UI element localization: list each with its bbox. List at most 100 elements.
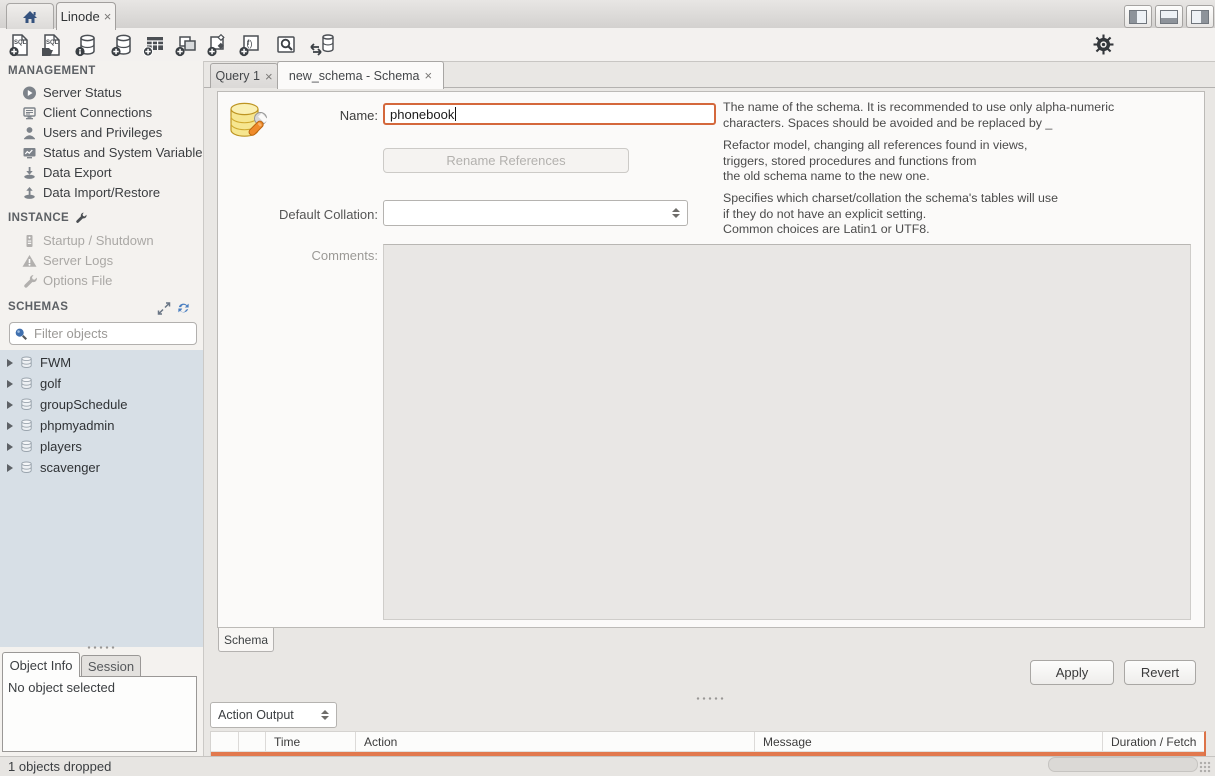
schema-bottom-tab[interactable]: Schema (218, 628, 274, 652)
schema-row-scavenger[interactable]: scavenger (0, 457, 203, 478)
tab-object-info[interactable]: Object Info (2, 652, 80, 677)
reconnect-database-icon[interactable] (308, 32, 335, 57)
toggle-right-panel-button[interactable] (1186, 5, 1214, 28)
search-objects-icon[interactable] (272, 32, 299, 57)
toggle-left-panel-button[interactable] (1124, 5, 1152, 28)
toggle-bottom-panel-icon (1160, 10, 1178, 24)
action-output-table: Time Action Message Duration / Fetch (210, 731, 1206, 758)
management-section-header: MANAGEMENT (8, 65, 96, 77)
schema-row-phpmyadmin[interactable]: phpmyadmin (0, 415, 203, 436)
schema-row-fwm[interactable]: FWM (0, 352, 203, 373)
create-schema-icon[interactable] (108, 32, 135, 57)
column-action: Action (356, 732, 755, 751)
schema-filter-input[interactable] (32, 325, 186, 342)
schema-icon (19, 418, 34, 433)
object-info-text: No object selected (8, 680, 115, 695)
schemas-section-header: SCHEMAS (8, 301, 68, 313)
data-export-icon (21, 165, 38, 181)
sidebar-item-startup-shutdown[interactable]: Startup / Shutdown (0, 231, 203, 250)
refresh-schemas-icon[interactable] (176, 301, 191, 315)
instance-section-header: INSTANCE (8, 211, 87, 224)
output-view-select[interactable]: Action Output (210, 702, 337, 728)
schema-name-input[interactable]: phonebook (383, 103, 716, 125)
new-query-tab-icon[interactable]: SQL (6, 32, 33, 57)
spinner-arrows-icon (672, 208, 680, 218)
server-logs-icon (21, 253, 38, 269)
default-collation-select[interactable] (383, 200, 688, 226)
mysql-workbench-window: Linode × SQL SQL (0, 0, 1215, 776)
output-splitter-handle[interactable] (695, 697, 725, 700)
object-info-panel: No object selected (2, 676, 197, 752)
expander-icon[interactable] (7, 422, 13, 430)
collation-label: Default Collation: (230, 207, 378, 222)
output-table-header: Time Action Message Duration / Fetch (211, 732, 1204, 752)
spinner-arrows-icon (321, 710, 329, 720)
tab-session[interactable]: Session (81, 655, 141, 677)
schema-icon (19, 460, 34, 475)
options-file-icon (21, 273, 38, 289)
schema-row-golf[interactable]: golf (0, 373, 203, 394)
rename-help-text: Refactor model, changing all references … (723, 138, 1198, 185)
open-sql-script-icon[interactable]: SQL (38, 32, 65, 57)
gear-icon[interactable] (1090, 32, 1117, 57)
close-icon[interactable]: × (425, 69, 433, 82)
toggle-right-panel-icon (1191, 10, 1209, 24)
instance-wrench-icon (74, 211, 87, 224)
revert-button[interactable]: Revert (1124, 660, 1196, 685)
sidebar-item-server-logs[interactable]: Server Logs (0, 251, 203, 270)
text-caret (455, 107, 456, 121)
column-time: Time (266, 732, 356, 751)
expander-icon[interactable] (7, 443, 13, 451)
create-function-icon[interactable]: () f (236, 32, 263, 57)
status-bar: 1 objects dropped (0, 756, 1215, 776)
home-tab[interactable] (6, 3, 54, 29)
search-icon (14, 327, 28, 341)
expand-schemas-icon[interactable] (157, 302, 171, 315)
svg-text:SQL: SQL (14, 40, 27, 46)
expander-icon[interactable] (7, 359, 13, 367)
close-icon[interactable]: × (104, 10, 112, 23)
schema-inspector-icon[interactable] (72, 32, 99, 57)
toggle-left-panel-icon (1129, 10, 1147, 24)
schema-tree: FWM golf groupSchedule (0, 350, 203, 647)
schema-icon (19, 355, 34, 370)
data-import-icon (21, 185, 38, 201)
sidebar-item-data-import[interactable]: Data Import/Restore (0, 183, 203, 202)
rename-references-button[interactable]: Rename References (383, 148, 629, 173)
tab-query-1[interactable]: Query 1 × (210, 63, 278, 88)
create-view-icon[interactable] (172, 32, 199, 57)
column-message: Message (755, 732, 1103, 751)
status-bar-text: 1 objects dropped (8, 759, 111, 774)
sidebar-item-options-file[interactable]: Options File (0, 271, 203, 290)
sidebar-item-client-connections[interactable]: Client Connections (0, 103, 203, 122)
sidebar-item-server-status[interactable]: Server Status (0, 83, 203, 102)
expander-icon[interactable] (7, 464, 13, 472)
sidebar-item-data-export[interactable]: Data Export (0, 163, 203, 182)
name-help-text: The name of the schema. It is recommende… (723, 100, 1198, 131)
sidebar-item-status-system-variables[interactable]: Status and System Variables (0, 143, 203, 162)
connection-tab-linode[interactable]: Linode × (56, 2, 116, 30)
create-procedure-icon[interactable] (204, 32, 231, 57)
column-duration-fetch: Duration / Fetch (1103, 732, 1204, 751)
expander-icon[interactable] (7, 380, 13, 388)
schema-icon (19, 397, 34, 412)
status-variables-icon (21, 145, 38, 161)
client-connections-icon (21, 105, 38, 121)
toggle-bottom-panel-button[interactable] (1155, 5, 1183, 28)
comments-label: Comments: (230, 248, 378, 263)
users-icon (21, 125, 38, 141)
create-table-icon[interactable] (140, 32, 167, 57)
tab-new-schema[interactable]: new_schema - Schema × (277, 61, 444, 89)
expander-icon[interactable] (7, 401, 13, 409)
schema-row-players[interactable]: players (0, 436, 203, 457)
comments-textarea[interactable] (383, 244, 1191, 620)
sidebar-splitter-handle[interactable] (86, 646, 116, 649)
server-status-icon (21, 85, 38, 101)
window-resize-grip[interactable] (1199, 761, 1211, 773)
sidebar-item-users-privileges[interactable]: Users and Privileges (0, 123, 203, 142)
svg-text:SQL: SQL (46, 40, 59, 46)
horizontal-scrollbar-thumb[interactable] (1048, 757, 1198, 772)
apply-button[interactable]: Apply (1030, 660, 1114, 685)
schema-row-groupschedule[interactable]: groupSchedule (0, 394, 203, 415)
close-icon[interactable]: × (265, 70, 273, 83)
